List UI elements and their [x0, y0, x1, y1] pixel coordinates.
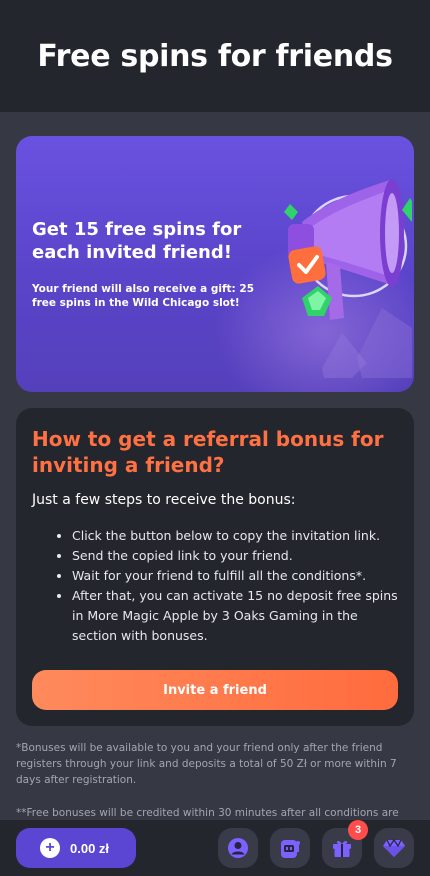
promo-banner: Get 15 free spins for each invited frien… [16, 136, 414, 392]
megaphone-illustration [284, 179, 412, 378]
step-item: Send the copied link to your friend. [72, 546, 402, 566]
step-item: Click the button below to copy the invit… [72, 526, 402, 546]
slots-button[interactable] [270, 828, 310, 868]
referral-lead: Just a few steps to receive the bonus: [32, 492, 296, 508]
invite-friend-button[interactable]: Invite a friend [32, 670, 398, 710]
balance-deposit-button[interactable]: + 0.00 zł [16, 828, 136, 868]
footnote-1: *Bonuses will be available to you and yo… [16, 742, 397, 786]
promo-subtitle: Your friend will also receive a gift: 25… [32, 283, 255, 309]
diamond-icon [383, 838, 405, 857]
referral-instructions-card: How to get a referral bonus for inviting… [16, 408, 414, 726]
slot-machine-icon [281, 840, 300, 858]
gifts-button[interactable]: 3 [322, 820, 368, 868]
referral-heading: How to get a referral bonus for inviting… [32, 427, 384, 477]
page-title: Free spins for friends [37, 38, 393, 74]
gift-icon [333, 840, 351, 857]
page-header: Free spins for friends [0, 0, 430, 112]
footnote-2: **Free bonuses will be credited within 3… [16, 807, 399, 819]
promo-title: Get 15 free spins for each invited frien… [32, 219, 242, 263]
steps-list: Click the button below to copy the invit… [72, 526, 402, 646]
plus-icon: + [40, 838, 60, 858]
step-item: Wait for your friend to fulfill all the … [72, 566, 402, 586]
gifts-count-badge: 3 [348, 820, 368, 840]
step-item: After that, you can activate 15 no depos… [72, 586, 402, 646]
loyalty-button[interactable] [374, 828, 414, 868]
user-icon [228, 838, 248, 858]
balance-amount: 0.00 zł [70, 840, 110, 856]
bottom-bar: + 0.00 zł 3 [0, 820, 430, 876]
profile-button[interactable] [218, 828, 258, 868]
